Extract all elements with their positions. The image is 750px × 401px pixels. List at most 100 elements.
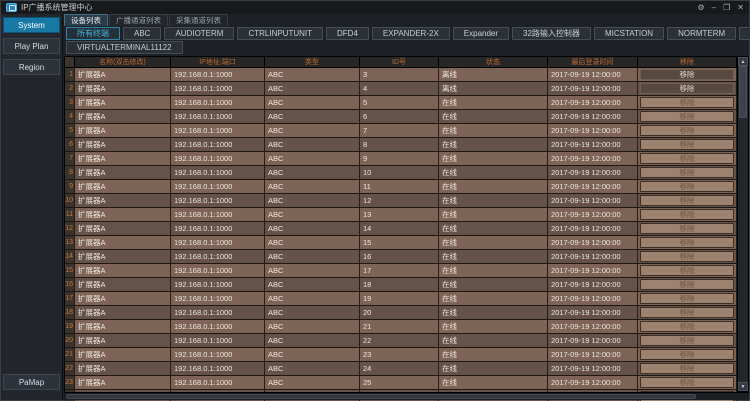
table-row[interactable]: 11 扩展器A 192.168.0.1:1000 ABC 13 在线 2017-09-19 … [65,208,737,222]
remove-button[interactable]: 移除 [639,334,735,347]
sidebar-item-system[interactable]: System [3,17,60,33]
cell-name[interactable]: 扩展器A [75,194,171,207]
table-row[interactable]: 5 扩展器A 192.168.0.1:1000 ABC 7 在线 2017-09-19 12… [65,124,737,138]
cell-name[interactable]: 扩展器A [75,250,171,263]
remove-button[interactable]: 移除 [639,96,735,109]
tab-list-2[interactable]: 采集通道列表 [169,14,228,26]
remove-button[interactable]: 移除 [639,138,735,151]
cell-name[interactable]: 扩展器A [75,110,171,123]
table-row[interactable]: 1 扩展器A 192.168.0.1:1000 ABC 3 离线 2017-09-19 12… [65,68,737,82]
vertical-scrollbar[interactable]: ▲ ▼ [737,56,749,392]
table-row[interactable]: 14 扩展器A 192.168.0.1:1000 ABC 16 在线 2017-09-19 … [65,250,737,264]
cell-name[interactable]: 扩展器A [75,264,171,277]
remove-button[interactable]: 移除 [639,110,735,123]
horizontal-scroll-thumb[interactable] [66,394,697,399]
remove-button[interactable]: 移除 [639,124,735,137]
cell-name[interactable]: 扩展器A [75,138,171,151]
remove-button[interactable]: 移除 [639,208,735,221]
filter-tab-row2-0[interactable]: VIRTUALTERMINAL11122 [66,41,183,54]
remove-button[interactable]: 移除 [639,82,735,95]
table-row[interactable]: 4 扩展器A 192.168.0.1:1000 ABC 6 在线 2017-09-19 12… [65,110,737,124]
remove-button[interactable]: 移除 [639,152,735,165]
table-row[interactable]: 9 扩展器A 192.168.0.1:1000 ABC 11 在线 2017-09-19 1… [65,180,737,194]
cell-name[interactable]: 扩展器A [75,82,171,95]
close-icon[interactable]: ✕ [737,3,744,13]
remove-button[interactable]: 移除 [639,194,735,207]
remove-button[interactable]: 移除 [639,166,735,179]
remove-button[interactable]: 移除 [639,306,735,319]
cell-name[interactable]: 扩展器A [75,362,171,375]
remove-button[interactable]: 移除 [639,264,735,277]
minimize-icon[interactable]: – [712,3,716,13]
cell-name[interactable]: 扩展器A [75,96,171,109]
cell-name[interactable]: 扩展器A [75,222,171,235]
remove-button[interactable]: 移除 [639,222,735,235]
sidebar-item-play-plan[interactable]: Play Plan [3,38,60,54]
remove-button[interactable]: 移除 [639,376,735,389]
remove-button[interactable]: 移除 [639,292,735,305]
table-row[interactable]: 8 扩展器A 192.168.0.1:1000 ABC 10 在线 2017-09-19 1… [65,166,737,180]
remove-button[interactable]: 移除 [639,250,735,263]
table-row[interactable]: 3 扩展器A 192.168.0.1:1000 ABC 5 在线 2017-09-19 12… [65,96,737,110]
table-row[interactable]: 16 扩展器A 192.168.0.1:1000 ABC 18 在线 2017-09-19 … [65,278,737,292]
tab-list-1[interactable]: 广播通道列表 [109,14,168,26]
filter-tab-7[interactable]: 32路输入控制器 [512,27,591,40]
vertical-scroll-track[interactable] [738,66,748,382]
remove-button[interactable]: 移除 [639,68,735,81]
cell-name[interactable]: 扩展器A [75,180,171,193]
column-header-5: 状态 [439,57,548,67]
table-row[interactable]: 12 扩展器A 192.168.0.1:1000 ABC 14 在线 2017-09-19 … [65,222,737,236]
table-row[interactable]: 22 扩展器A 192.168.0.1:1000 ABC 24 在线 2017-09-19 … [65,362,737,376]
filter-tab-1[interactable]: ABC [123,27,162,40]
table-row[interactable]: 18 扩展器A 192.168.0.1:1000 ABC 20 在线 2017-09-19 … [65,306,737,320]
remove-button[interactable]: 移除 [639,236,735,249]
table-row[interactable]: 10 扩展器A 192.168.0.1:1000 ABC 12 在线 2017-09-19 … [65,194,737,208]
cell-name[interactable]: 扩展器A [75,166,171,179]
cell-name[interactable]: 扩展器A [75,208,171,221]
remove-button[interactable]: 移除 [639,180,735,193]
cell-name[interactable]: 扩展器A [75,68,171,81]
tab-list-0[interactable]: 设备列表 [64,14,108,26]
cell-name[interactable]: 扩展器A [75,376,171,389]
table-row[interactable]: 19 扩展器A 192.168.0.1:1000 ABC 21 在线 2017-09-19 … [65,320,737,334]
cell-name[interactable]: 扩展器A [75,236,171,249]
sidebar-item-region[interactable]: Region [3,59,60,75]
filter-tab-10[interactable]: TRIGGER [739,27,750,40]
filter-tab-4[interactable]: DFD4 [326,27,369,40]
table-row[interactable]: 15 扩展器A 192.168.0.1:1000 ABC 17 在线 2017-09-19 … [65,264,737,278]
cell-name[interactable]: 扩展器A [75,320,171,333]
table-row[interactable]: 2 扩展器A 192.168.0.1:1000 ABC 4 离线 2017-09-19 12… [65,82,737,96]
remove-button[interactable]: 移除 [639,362,735,375]
filter-tab-6[interactable]: Expander [452,27,510,40]
scroll-up-icon[interactable]: ▲ [738,57,748,66]
remove-button[interactable]: 移除 [639,278,735,291]
filter-tab-3[interactable]: CTRLINPUTUNIT [237,27,324,40]
filter-tab-5[interactable]: EXPANDER-2X [371,27,450,40]
restore-icon[interactable]: ❐ [723,3,730,13]
cell-name[interactable]: 扩展器A [75,278,171,291]
settings-gear-icon[interactable]: ⚙ [698,3,705,13]
filter-tab-2[interactable]: AUDIOTERM [164,27,235,40]
cell-name[interactable]: 扩展器A [75,306,171,319]
table-row[interactable]: 17 扩展器A 192.168.0.1:1000 ABC 19 在线 2017-09-19 … [65,292,737,306]
table-row[interactable]: 20 扩展器A 192.168.0.1:1000 ABC 22 在线 2017-09-19 … [65,334,737,348]
remove-button[interactable]: 移除 [639,320,735,333]
cell-name[interactable]: 扩展器A [75,348,171,361]
cell-name[interactable]: 扩展器A [75,124,171,137]
scroll-down-icon[interactable]: ▼ [738,382,748,391]
filter-tab-9[interactable]: NORMTERM [667,27,737,40]
table-row[interactable]: 7 扩展器A 192.168.0.1:1000 ABC 9 在线 2017-09-19 12… [65,152,737,166]
table-row[interactable]: 21 扩展器A 192.168.0.1:1000 ABC 23 在线 2017-09-19 … [65,348,737,362]
vertical-scroll-thumb[interactable] [739,66,747,118]
table-row[interactable]: 6 扩展器A 192.168.0.1:1000 ABC 8 在线 2017-09-19 12… [65,138,737,152]
cell-name[interactable]: 扩展器A [75,152,171,165]
sidebar-item-pamap[interactable]: PaMap [3,374,60,390]
filter-tab-0[interactable]: 所有终端 [66,27,120,40]
cell-name[interactable]: 扩展器A [75,334,171,347]
table-row[interactable]: 23 扩展器A 192.168.0.1:1000 ABC 25 在线 2017-09-19 … [65,376,737,390]
cell-name[interactable]: 扩展器A [75,292,171,305]
table-row[interactable]: 13 扩展器A 192.168.0.1:1000 ABC 15 在线 2017-09-19 … [65,236,737,250]
remove-button[interactable]: 移除 [639,348,735,361]
filter-tab-8[interactable]: MICSTATION [593,27,665,40]
horizontal-scrollbar[interactable] [64,392,749,400]
